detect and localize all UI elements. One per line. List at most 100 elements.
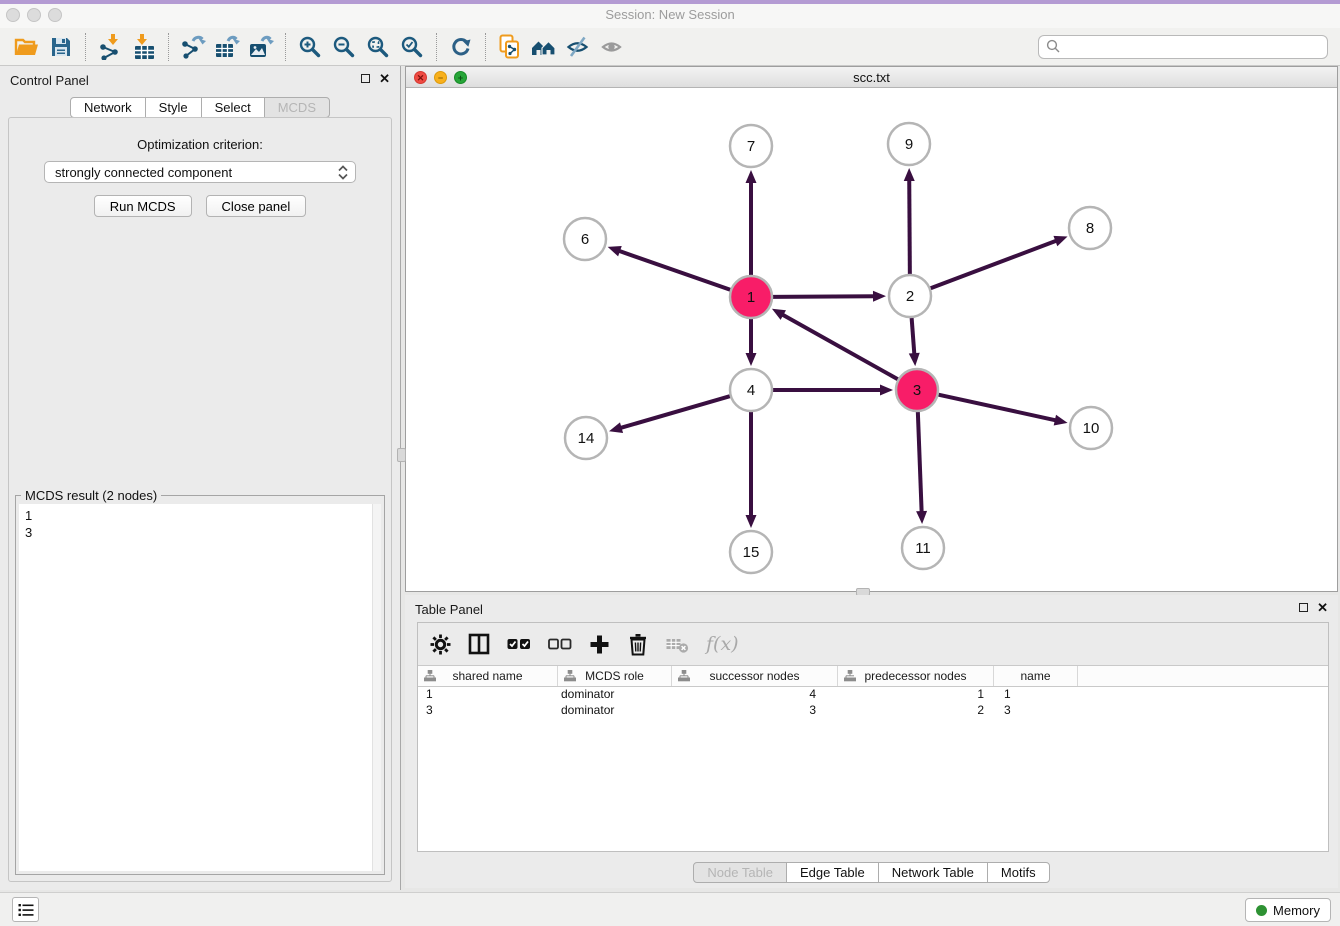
optimization-criterion-select[interactable]: strongly connected component	[44, 161, 356, 183]
graph-edge-arrow	[873, 291, 886, 302]
mcds-result-list[interactable]: 1 3	[19, 504, 381, 871]
table-panel-header: Table Panel ✕	[405, 595, 1338, 623]
tab-node-table[interactable]: Node Table	[693, 862, 787, 883]
graph-node-4[interactable]: 4	[730, 369, 772, 411]
table-row[interactable]: 3 dominator 3 2 3	[418, 703, 1328, 719]
graph-edge[interactable]	[931, 240, 1058, 288]
eye-slash-icon[interactable]	[561, 31, 595, 63]
graph-node-3[interactable]: 3	[896, 369, 938, 411]
export-table-icon[interactable]	[210, 31, 244, 63]
select-all-icon[interactable]	[507, 635, 531, 653]
import-network-icon[interactable]	[93, 31, 127, 63]
delete-table-icon[interactable]	[666, 635, 689, 654]
node-table: f(x) shared name MCDS role successor nod…	[417, 622, 1329, 852]
column-header-name[interactable]: name	[994, 666, 1078, 686]
apply-layout-icon[interactable]	[444, 31, 478, 63]
graph-edge[interactable]	[620, 396, 730, 428]
zoom-out-icon[interactable]	[327, 31, 361, 63]
graph-node-10[interactable]: 10	[1070, 407, 1112, 449]
open-file-icon[interactable]	[10, 31, 44, 63]
list-icon	[18, 903, 34, 917]
tab-motifs[interactable]: Motifs	[987, 862, 1050, 883]
cell-successor-nodes[interactable]: 4	[672, 687, 838, 703]
result-scrollbar[interactable]	[372, 504, 381, 871]
deselect-all-icon[interactable]	[548, 635, 572, 653]
tab-mcds[interactable]: MCDS	[264, 97, 330, 118]
cell-name[interactable]: 3	[994, 703, 1078, 719]
settings-gear-icon[interactable]	[430, 634, 451, 655]
graph-edge[interactable]	[918, 412, 922, 513]
graph-node-6[interactable]: 6	[564, 218, 606, 260]
graph-edge-arrow	[1054, 415, 1068, 426]
cell-shared-name[interactable]: 1	[418, 687, 558, 703]
search-input[interactable]	[1061, 39, 1327, 54]
search-box[interactable]	[1038, 35, 1328, 59]
home-view-icon[interactable]	[527, 31, 561, 63]
column-header-mcds-role[interactable]: MCDS role	[558, 666, 672, 686]
window-accent-strip	[0, 0, 1340, 4]
graph-node-label: 10	[1083, 420, 1100, 437]
cell-mcds-role[interactable]: dominator	[558, 703, 672, 719]
show-columns-icon[interactable]	[468, 633, 490, 655]
graph-node-1[interactable]: 1	[730, 276, 772, 318]
graph-edge[interactable]	[912, 318, 915, 355]
zoom-fit-icon[interactable]	[361, 31, 395, 63]
graph-node-15[interactable]: 15	[730, 531, 772, 573]
graph-node-8[interactable]: 8	[1069, 207, 1111, 249]
zoom-in-icon[interactable]	[293, 31, 327, 63]
tab-style[interactable]: Style	[145, 97, 202, 118]
tab-network[interactable]: Network	[70, 97, 146, 118]
table-row[interactable]: 1 dominator 4 1 1	[418, 687, 1328, 703]
column-header-successor-nodes[interactable]: successor nodes	[672, 666, 838, 686]
function-builder-icon[interactable]: f(x)	[706, 633, 739, 655]
import-table-icon[interactable]	[127, 31, 161, 63]
tab-network-table[interactable]: Network Table	[878, 862, 988, 883]
run-mcds-button[interactable]: Run MCDS	[94, 195, 192, 217]
vertical-splitter-grip[interactable]	[397, 448, 406, 462]
column-type-icon	[844, 670, 856, 682]
column-header-shared-name[interactable]: shared name	[418, 666, 558, 686]
duplicate-network-icon[interactable]	[493, 31, 527, 63]
column-header-predecessor-nodes[interactable]: predecessor nodes	[838, 666, 994, 686]
graph-node-2[interactable]: 2	[889, 275, 931, 317]
export-network-icon[interactable]	[176, 31, 210, 63]
result-line: 3	[25, 524, 375, 541]
graph-node-9[interactable]: 9	[888, 123, 930, 165]
cell-shared-name[interactable]: 3	[418, 703, 558, 719]
column-label: successor nodes	[709, 669, 799, 683]
cell-name[interactable]: 1	[994, 687, 1078, 703]
graph-edge[interactable]	[782, 314, 898, 379]
network-canvas[interactable]: 1 2 3 4 6 7 8 9 10 11 14 15	[406, 88, 1337, 591]
close-panel-button[interactable]: Close panel	[206, 195, 307, 217]
graph-edge[interactable]	[618, 251, 730, 290]
graph-node-11[interactable]: 11	[902, 527, 944, 569]
cell-successor-nodes[interactable]: 3	[672, 703, 838, 719]
zoom-selected-icon[interactable]	[395, 31, 429, 63]
graph-edge[interactable]	[938, 395, 1056, 421]
tab-edge-table[interactable]: Edge Table	[786, 862, 879, 883]
cell-predecessor-nodes[interactable]: 2	[838, 703, 994, 719]
task-history-button[interactable]	[12, 897, 39, 922]
float-panel-icon[interactable]	[361, 74, 370, 83]
export-image-icon[interactable]	[244, 31, 278, 63]
graph-edge[interactable]	[773, 296, 875, 297]
cell-mcds-role[interactable]: dominator	[558, 687, 672, 703]
eye-icon[interactable]	[595, 31, 629, 63]
search-icon	[1046, 39, 1061, 54]
network-window-titlebar[interactable]: ✕ − + scc.txt	[406, 67, 1337, 88]
delete-row-icon[interactable]	[627, 633, 649, 656]
add-row-icon[interactable]	[589, 634, 610, 655]
network-view-window: ✕ − + scc.txt 1 2 3 4 6 7 8 9 10 11 14 15	[405, 66, 1338, 592]
memory-button[interactable]: Memory	[1245, 898, 1331, 922]
float-table-panel-icon[interactable]	[1299, 603, 1308, 612]
graph-node-7[interactable]: 7	[730, 125, 772, 167]
close-table-panel-icon[interactable]: ✕	[1317, 602, 1328, 613]
status-bar: Memory	[0, 892, 1340, 926]
save-session-icon[interactable]	[44, 31, 78, 63]
graph-node-14[interactable]: 14	[565, 417, 607, 459]
cell-predecessor-nodes[interactable]: 1	[838, 687, 994, 703]
close-panel-icon[interactable]: ✕	[379, 73, 390, 84]
tab-select[interactable]: Select	[201, 97, 265, 118]
graph-edge[interactable]	[909, 179, 910, 274]
column-label: MCDS role	[585, 669, 644, 683]
